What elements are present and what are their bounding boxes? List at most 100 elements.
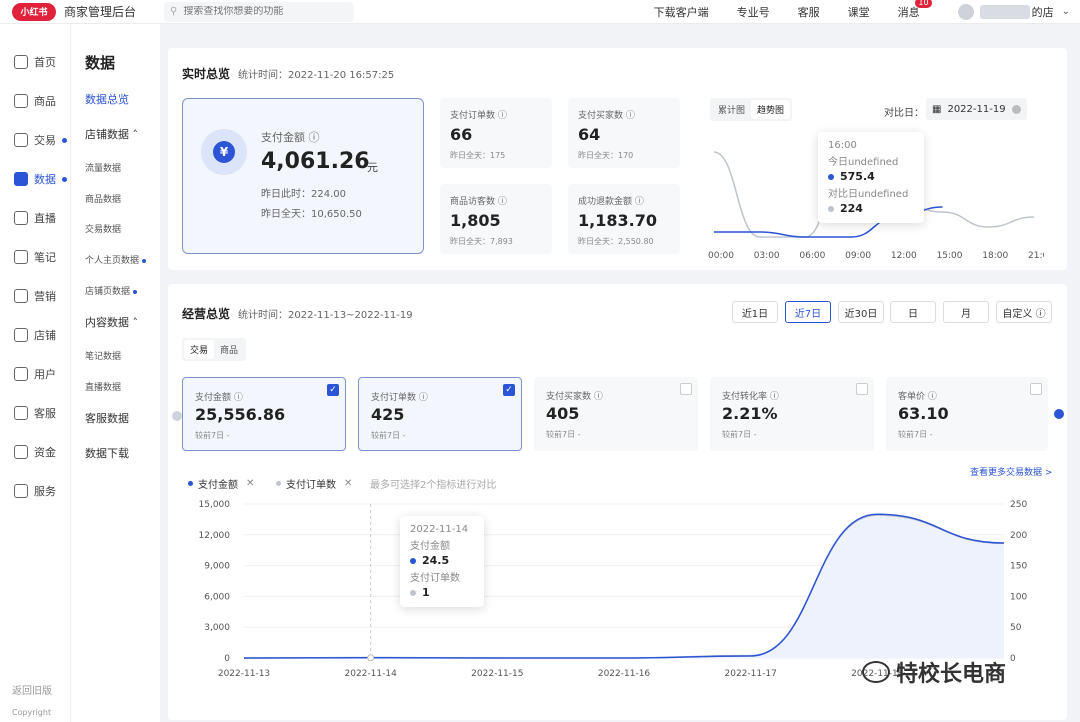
- nav-class[interactable]: 课堂: [848, 4, 870, 20]
- sidebar-label: 营销: [34, 290, 56, 303]
- mini-card-orders[interactable]: 支付订单数 ⓘ 66 昨日全天：175: [440, 98, 552, 168]
- sidebar-item-live[interactable]: 直播: [14, 210, 56, 226]
- kpi-pay-buyers[interactable]: 支付买家数 ⓘ 405 较前7日 -: [534, 377, 698, 451]
- range-month[interactable]: 月: [943, 301, 989, 323]
- metric-chip-pay-orders: 支付订单数 ✕: [276, 476, 352, 491]
- kpi-avg-price[interactable]: 客单价 ⓘ 63.10 较前7日 -: [886, 377, 1048, 451]
- mini-card-visitors[interactable]: 商品访客数 ⓘ 1,805 昨日全天：7,893: [440, 184, 552, 254]
- compare-date-picker[interactable]: ▦ 2022-11-19: [926, 98, 1027, 120]
- nav-messages[interactable]: 消息 10: [898, 0, 932, 20]
- kpi-card-pay-amount[interactable]: ¥ 支付金额 ⓘ 4,061.26 元 昨日此时：224.00 昨日全天：10,…: [182, 98, 424, 254]
- x-tick-label: 12:00: [891, 251, 917, 261]
- seg-cumulative[interactable]: 累计图: [712, 100, 751, 119]
- shop-name-blurred: [979, 4, 1030, 19]
- subnav-item-notes[interactable]: 笔记数据: [85, 349, 121, 362]
- sidebar-item-data[interactable]: 数据: [14, 171, 67, 187]
- tooltip-label-today: 今日undefined: [828, 157, 899, 168]
- subnav-item-trade[interactable]: 交易数据: [85, 222, 121, 235]
- sub-sidebar: 数据 数据总览 店铺数据 ˄ 流量数据 商品数据 交易数据 个人主页数据 店铺页…: [70, 24, 160, 722]
- range-30d[interactable]: 近30日: [838, 301, 884, 323]
- avatar[interactable]: [957, 3, 974, 20]
- checkbox-checked-icon[interactable]: ✓: [503, 384, 515, 396]
- sidebar-item-store[interactable]: 店铺: [14, 327, 56, 343]
- x-tick-label: 2022-11-15: [471, 669, 523, 679]
- mini-card-buyers[interactable]: 支付买家数 ⓘ 64 昨日全天：170: [568, 98, 680, 168]
- remove-chip-icon[interactable]: ✕: [246, 478, 254, 489]
- sidebar-item-funds[interactable]: 资金: [14, 444, 56, 460]
- kpi-conversion[interactable]: 支付转化率 ⓘ 2.21% 较前7日 -: [710, 377, 874, 451]
- subnav-item-goods[interactable]: 商品数据: [85, 192, 121, 205]
- subnav-group-store[interactable]: 店铺数据 ˄: [85, 126, 138, 142]
- sidebar-item-trade[interactable]: 交易: [14, 132, 67, 148]
- range-custom[interactable]: 自定义 ⓘ: [996, 301, 1052, 323]
- checkbox-icon[interactable]: [680, 383, 692, 395]
- sidebar-label: 笔记: [34, 251, 56, 264]
- tab-goods[interactable]: 商品: [214, 340, 244, 359]
- mini-card-refunds[interactable]: 成功退款金额 ⓘ 1,183.70 昨日全天：2,550.80: [568, 184, 680, 254]
- scroll-right-icon[interactable]: [1054, 409, 1064, 419]
- book-icon: [14, 250, 28, 264]
- trade-icon: [14, 133, 28, 147]
- nav-download-client[interactable]: 下载客户端: [654, 4, 709, 20]
- kpi-pay-amount[interactable]: 支付金额 ⓘ 25,556.86 较前7日 - ✓: [182, 377, 346, 451]
- mini-sub: 昨日全天：2,550.80: [578, 237, 654, 246]
- seg-trend[interactable]: 趋势图: [751, 100, 791, 119]
- sidebar-item-notes[interactable]: 笔记: [14, 249, 56, 265]
- checkbox-checked-icon[interactable]: ✓: [327, 384, 339, 396]
- realtime-title: 实时总览: [182, 67, 231, 81]
- shop-name[interactable]: 的店: [1032, 4, 1054, 20]
- remove-chip-icon[interactable]: ✕: [344, 478, 352, 489]
- tab-trade[interactable]: 交易: [184, 340, 215, 359]
- subnav-group-content[interactable]: 内容数据 ˄: [85, 314, 138, 330]
- kpi-sub: 较前7日 -: [898, 430, 933, 439]
- more-trade-data-link[interactable]: 查看更多交易数据 >: [970, 465, 1052, 478]
- scroll-left-icon[interactable]: [172, 411, 182, 421]
- range-1d[interactable]: 近1日: [732, 301, 778, 323]
- checkbox-icon[interactable]: [856, 383, 868, 395]
- sidebar-label: 店铺: [34, 329, 56, 342]
- subnav-item-profile[interactable]: 个人主页数据: [85, 253, 146, 266]
- sidebar-item-marketing[interactable]: 营销: [14, 288, 56, 304]
- sidebar-item-support[interactable]: 客服: [14, 405, 56, 421]
- goods-icon: [14, 94, 28, 108]
- chip-label: 支付订单数: [286, 480, 336, 491]
- search-box[interactable]: ⚲: [164, 1, 355, 22]
- subnav-item-storepage[interactable]: 店铺页数据: [85, 284, 137, 297]
- series-dot: [410, 589, 416, 596]
- top-bar: 小红书 商家管理后台 ⚲ 下载客户端 专业号 客服 课堂 消息 10 的店 ⌄: [0, 0, 1080, 24]
- nav-service[interactable]: 客服: [798, 4, 820, 20]
- tooltip-value-orders: 1: [422, 586, 430, 599]
- subnav-item-live[interactable]: 直播数据: [85, 380, 121, 393]
- subnav-label: 店铺页数据: [85, 287, 131, 297]
- subnav-item-download[interactable]: 数据下载: [85, 445, 129, 461]
- y-tick-label-right: 200: [1010, 531, 1027, 541]
- sidebar-item-service[interactable]: 服务: [14, 483, 56, 499]
- compare-label: 对比日：: [884, 108, 924, 119]
- nav-pro-account[interactable]: 专业号: [737, 4, 770, 20]
- sidebar-item-home[interactable]: 首页: [14, 54, 56, 70]
- checkbox-icon[interactable]: [1030, 383, 1042, 395]
- back-to-old-version[interactable]: 返回旧版: [12, 682, 52, 697]
- mini-sub: 昨日全天：7,893: [450, 237, 513, 246]
- business-tabs: 交易 商品: [182, 338, 247, 361]
- search-input[interactable]: [183, 6, 344, 17]
- subnav-item-traffic[interactable]: 流量数据: [85, 161, 121, 174]
- search-icon: ⚲: [170, 6, 178, 17]
- subnav-item-service[interactable]: 客服数据: [85, 410, 129, 426]
- range-7d[interactable]: 近7日: [785, 301, 831, 323]
- range-day[interactable]: 日: [890, 301, 936, 323]
- kpi-label: 支付订单数 ⓘ: [371, 393, 428, 403]
- brand-logo[interactable]: 小红书: [12, 2, 56, 21]
- sidebar-item-goods[interactable]: 商品: [14, 93, 56, 109]
- compare-date: 2022-11-19: [947, 103, 1006, 115]
- x-tick-label: 09:00: [845, 251, 871, 261]
- subnav-item-overview[interactable]: 数据总览: [85, 91, 129, 107]
- clear-icon[interactable]: [1011, 104, 1021, 114]
- sidebar-label: 客服: [34, 407, 56, 420]
- kpi-label: 支付金额 ⓘ: [261, 131, 320, 144]
- kpi-pay-orders[interactable]: 支付订单数 ⓘ 425 较前7日 - ✓: [358, 377, 522, 451]
- chevron-down-icon[interactable]: ⌄: [1062, 6, 1070, 17]
- kpi-value: 2.21%: [722, 404, 778, 423]
- sidebar-item-users[interactable]: 用户: [14, 366, 56, 382]
- watermark: 特校长电商: [862, 656, 1006, 688]
